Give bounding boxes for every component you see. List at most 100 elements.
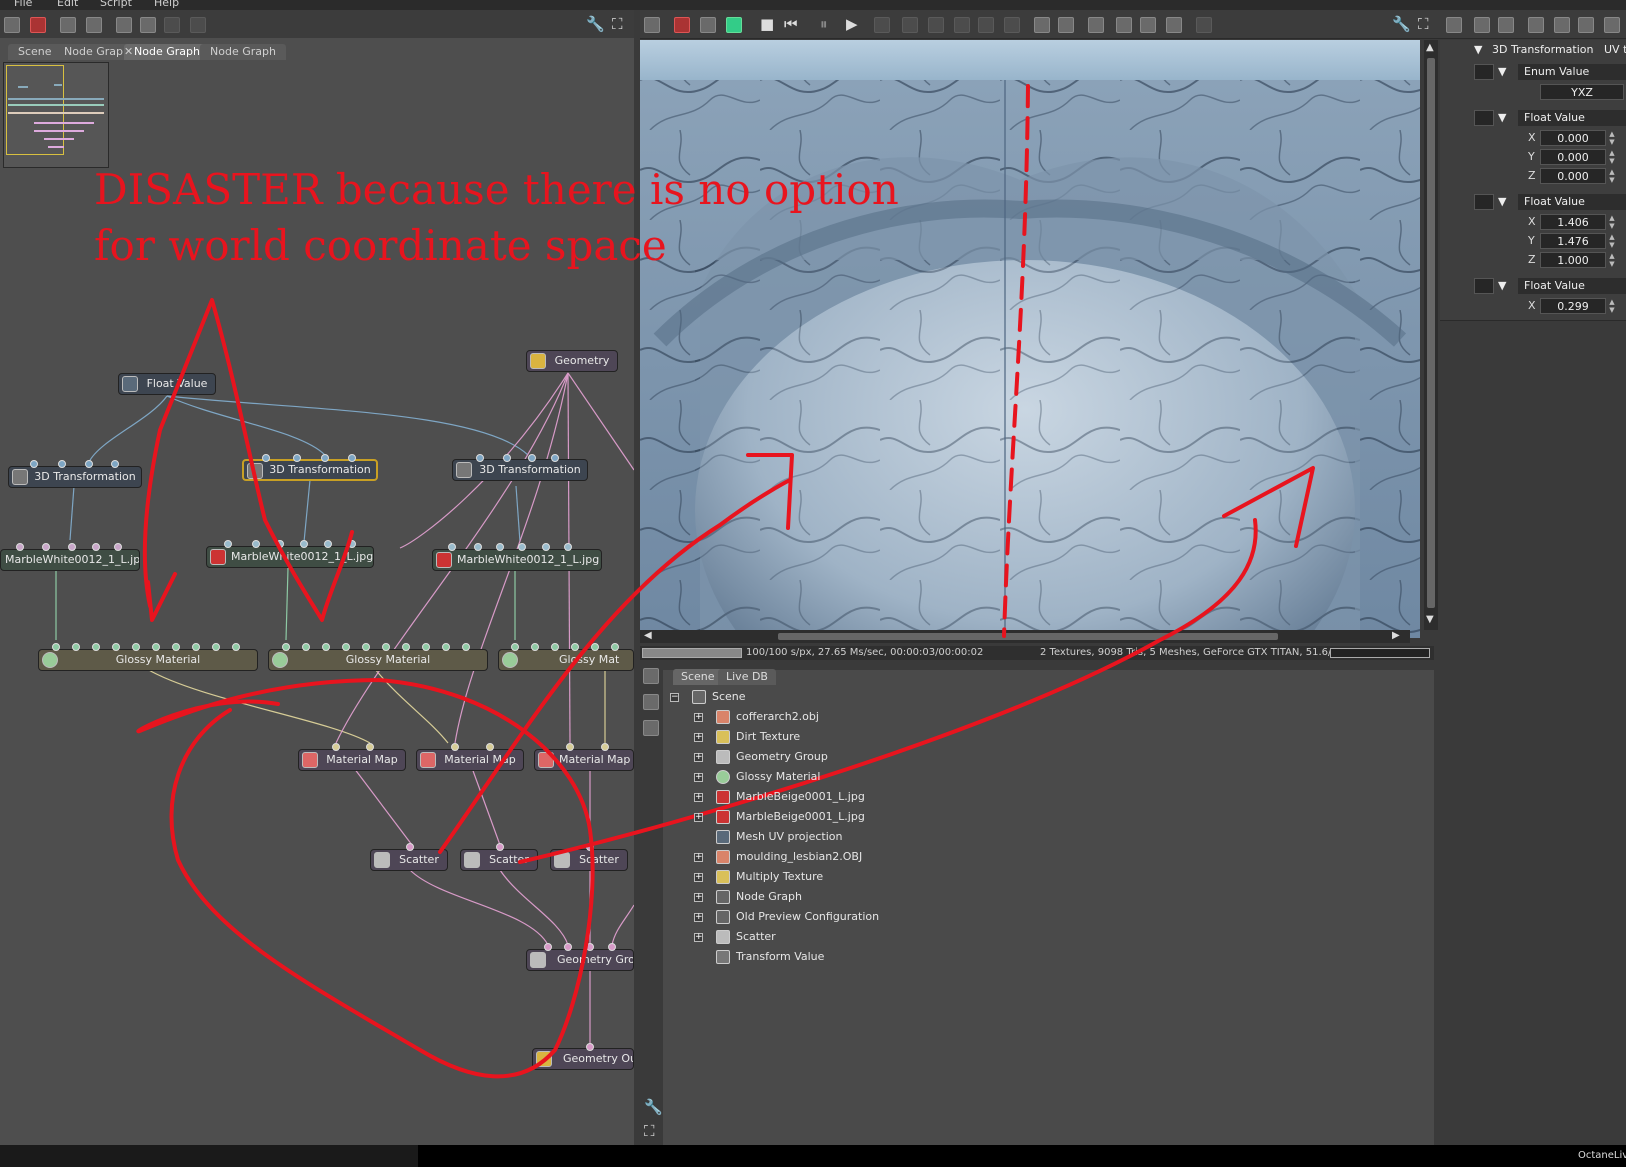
- expand-icon[interactable]: +: [694, 893, 703, 902]
- scale-z-input[interactable]: 1.000: [1540, 252, 1606, 268]
- float-value-icon[interactable]: [1474, 278, 1494, 294]
- rotation-collapse-icon[interactable]: ▼: [1498, 110, 1506, 126]
- rotation-z-stepper[interactable]: ▲ ▼: [1608, 168, 1616, 184]
- outliner-root-scene[interactable]: Scene: [712, 688, 746, 706]
- render-viewport[interactable]: [640, 40, 1420, 638]
- menu-file[interactable]: File: [14, 0, 32, 9]
- node-input-pin[interactable]: [300, 540, 308, 548]
- inspector-list-icon[interactable]: [1498, 17, 1514, 33]
- node-input-pin[interactable]: [451, 743, 459, 751]
- expand-icon[interactable]: +: [694, 873, 703, 882]
- maximize-icon[interactable]: ⛶: [644, 1122, 655, 1140]
- cube-icon[interactable]: [726, 17, 742, 33]
- node-input-pin[interactable]: [172, 643, 180, 651]
- outliner-item[interactable]: Mesh UV projection: [736, 828, 842, 846]
- node-input-pin[interactable]: [528, 454, 536, 462]
- node-scatter-2[interactable]: Scatter: [460, 849, 538, 871]
- outliner-item[interactable]: Dirt Texture: [736, 728, 800, 746]
- stop-icon[interactable]: ■: [760, 15, 774, 33]
- display-icon[interactable]: [874, 17, 890, 33]
- node-input-pin[interactable]: [511, 643, 519, 651]
- node-input-pin[interactable]: [293, 454, 301, 462]
- maximize-icon[interactable]: ⛶: [1418, 15, 1429, 33]
- node-input-pin[interactable]: [542, 543, 550, 551]
- inspector-pin-icon[interactable]: [1446, 17, 1462, 33]
- pause-icon[interactable]: ⏸: [820, 15, 828, 33]
- node-input-pin[interactable]: [111, 460, 119, 468]
- collapse-icon[interactable]: −: [670, 693, 679, 702]
- zoom-fit-icon[interactable]: [700, 17, 716, 33]
- unlink-icon[interactable]: [30, 17, 46, 33]
- node-input-pin[interactable]: [72, 643, 80, 651]
- rotation-z-input[interactable]: 0.000: [1540, 168, 1606, 184]
- outliner-item[interactable]: Old Preview Configuration: [736, 908, 879, 926]
- inspector-settings-icon[interactable]: [1554, 17, 1570, 33]
- tab-outliner-live-db[interactable]: Live DB: [718, 669, 776, 685]
- enum-value-icon[interactable]: [1474, 64, 1494, 80]
- node-input-pin[interactable]: [442, 643, 450, 651]
- node-input-pin[interactable]: [152, 643, 160, 651]
- translation-collapse-icon[interactable]: ▼: [1498, 278, 1506, 294]
- scale-z-stepper[interactable]: ▲ ▼: [1608, 252, 1616, 268]
- lock-camera-icon[interactable]: [1004, 17, 1020, 33]
- node-input-pin[interactable]: [564, 943, 572, 951]
- outliner-item[interactable]: MarbleBeige0001_L.jpg: [736, 808, 865, 826]
- rotation-y-input[interactable]: 0.000: [1540, 149, 1606, 165]
- node-input-pin[interactable]: [324, 540, 332, 548]
- material-picker-icon[interactable]: [954, 17, 970, 33]
- close-tab-icon[interactable]: ✕: [124, 45, 133, 58]
- scroll-right-icon[interactable]: ▶: [1392, 630, 1400, 641]
- outliner-item[interactable]: Node Graph: [736, 888, 802, 906]
- node-float-value[interactable]: Float Value: [118, 373, 216, 395]
- node-input-pin[interactable]: [85, 460, 93, 468]
- zoom-icon[interactable]: [1034, 17, 1050, 33]
- float-value-icon[interactable]: [1474, 110, 1494, 126]
- node-input-pin[interactable]: [42, 543, 50, 551]
- inspector-monitor-icon[interactable]: [1604, 17, 1620, 33]
- node-3d-transformation-1[interactable]: 3D Transformation: [8, 466, 142, 488]
- camera-target-icon[interactable]: [978, 17, 994, 33]
- outliner-item[interactable]: Transform Value: [736, 948, 824, 966]
- inspector-image-icon[interactable]: [1528, 17, 1544, 33]
- node-material-map-2[interactable]: Material Map: [416, 749, 524, 771]
- scroll-up-icon[interactable]: ▲: [1426, 42, 1434, 53]
- viewport-horizontal-scroll-thumb[interactable]: [778, 633, 1278, 640]
- inspector-tab-uv[interactable]: UV tra: [1594, 42, 1626, 58]
- expand-icon[interactable]: +: [694, 753, 703, 762]
- node-input-pin[interactable]: [212, 643, 220, 651]
- node-input-pin[interactable]: [362, 643, 370, 651]
- node-input-pin[interactable]: [474, 543, 482, 551]
- inspector-copy-icon[interactable]: [1474, 17, 1490, 33]
- scale-y-input[interactable]: 1.476: [1540, 233, 1606, 249]
- rotation-x-stepper[interactable]: ▲ ▼: [1608, 130, 1616, 146]
- node-input-pin[interactable]: [608, 943, 616, 951]
- node-input-pin[interactable]: [586, 843, 594, 851]
- grid-nodes-icon[interactable]: [60, 17, 76, 33]
- node-geometry-out[interactable]: Geometry Out: [532, 1048, 634, 1070]
- translation-x-input[interactable]: 0.299: [1540, 298, 1606, 314]
- node-input-pin[interactable]: [586, 943, 594, 951]
- node-material-map-1[interactable]: Material Map: [298, 749, 406, 771]
- node-input-pin[interactable]: [566, 743, 574, 751]
- node-marble-texture-3[interactable]: MarbleWhite0012_1_L.jpg: [432, 549, 602, 571]
- node-input-pin[interactable]: [192, 643, 200, 651]
- load-graph-icon[interactable]: [140, 17, 156, 33]
- node-input-pin[interactable]: [321, 454, 329, 462]
- node-input-pin[interactable]: [448, 543, 456, 551]
- rotation-x-input[interactable]: 0.000: [1540, 130, 1606, 146]
- menu-script[interactable]: Script: [100, 0, 132, 9]
- inspector-camera-icon[interactable]: [1578, 17, 1594, 33]
- wrench-icon[interactable]: 🔧: [1392, 15, 1411, 33]
- outliner-list-icon[interactable]: [643, 668, 659, 684]
- focus-icon[interactable]: [902, 17, 918, 33]
- expand-icon[interactable]: +: [694, 853, 703, 862]
- redo-icon[interactable]: [190, 17, 206, 33]
- node-3d-transformation-3[interactable]: 3D Transformation: [452, 459, 588, 481]
- enum-collapse-icon[interactable]: ▼: [1498, 64, 1506, 80]
- white-balance-icon[interactable]: [928, 17, 944, 33]
- stop-render-icon[interactable]: [674, 17, 690, 33]
- scroll-down-icon[interactable]: ▼: [1426, 614, 1434, 625]
- expand-icon[interactable]: +: [694, 713, 703, 722]
- node-input-pin[interactable]: [551, 454, 559, 462]
- node-input-pin[interactable]: [611, 643, 619, 651]
